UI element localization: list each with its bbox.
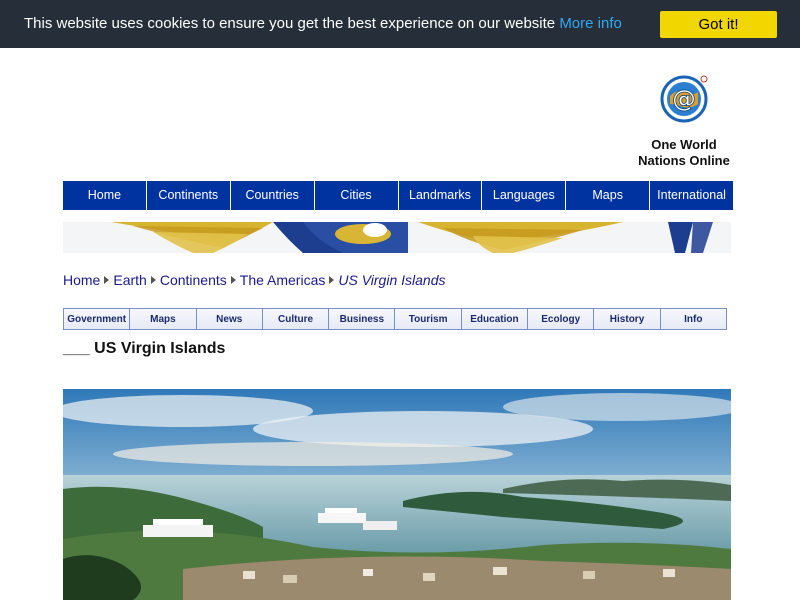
triangle-right-icon (230, 276, 236, 284)
brand-line-1: One World (651, 137, 717, 152)
brand-name: One World Nations Online (630, 137, 738, 169)
one-world-logo-icon[interactable]: @ (660, 74, 710, 124)
nav-item-languages[interactable]: Languages (482, 181, 567, 210)
subnav-item-tourism[interactable]: Tourism (395, 309, 462, 329)
cookie-message: This website uses cookies to ensure you … (24, 15, 622, 32)
breadcrumb-continents[interactable]: Continents (160, 272, 227, 288)
breadcrumb: Home Earth Continents The Americas US Vi… (63, 272, 446, 288)
breadcrumb-earth[interactable]: Earth (113, 272, 146, 288)
page-title: ___ US Virgin Islands (63, 340, 226, 357)
breadcrumb-home[interactable]: Home (63, 272, 100, 288)
subnav-item-government[interactable]: Government (64, 309, 131, 329)
nav-item-countries[interactable]: Countries (231, 181, 315, 210)
subnav-item-info[interactable]: Info (660, 309, 727, 329)
nav-item-home[interactable]: Home (63, 181, 147, 210)
cookie-message-text: This website uses cookies to ensure you … (24, 15, 556, 32)
subnav-item-culture[interactable]: Culture (262, 309, 330, 329)
triangle-right-icon (329, 276, 335, 284)
nav-item-continents[interactable]: Continents (147, 181, 231, 210)
subnav-item-history[interactable]: History (594, 309, 661, 329)
subnav-item-news[interactable]: News (196, 309, 263, 329)
nav-item-cities[interactable]: Cities (315, 181, 399, 210)
cookie-consent-bar: This website uses cookies to ensure you … (0, 0, 800, 48)
svg-text:@: @ (672, 85, 696, 113)
breadcrumb-the-americas[interactable]: The Americas (240, 272, 326, 288)
subnav-item-business[interactable]: Business (329, 309, 396, 329)
subnav-item-ecology[interactable]: Ecology (528, 309, 595, 329)
subnav-item-maps[interactable]: Maps (130, 309, 197, 329)
nav-item-international[interactable]: International (650, 181, 733, 210)
subnav-item-education[interactable]: Education (461, 309, 529, 329)
breadcrumb-current: US Virgin Islands (338, 272, 446, 288)
flag-banner-image (63, 222, 731, 253)
brand-line-2: Nations Online (638, 153, 730, 168)
nav-item-maps[interactable]: Maps (566, 181, 651, 210)
sub-nav: Government Maps News Culture Business To… (63, 308, 727, 330)
nav-item-landmarks[interactable]: Landmarks (399, 181, 483, 210)
got-it-button[interactable]: Got it! (660, 11, 777, 38)
main-nav: Home Continents Countries Cities Landmar… (63, 181, 733, 210)
triangle-right-icon (104, 276, 110, 284)
hero-harbor-photo (63, 389, 731, 600)
more-info-link[interactable]: More info (559, 15, 622, 32)
triangle-right-icon (150, 276, 156, 284)
